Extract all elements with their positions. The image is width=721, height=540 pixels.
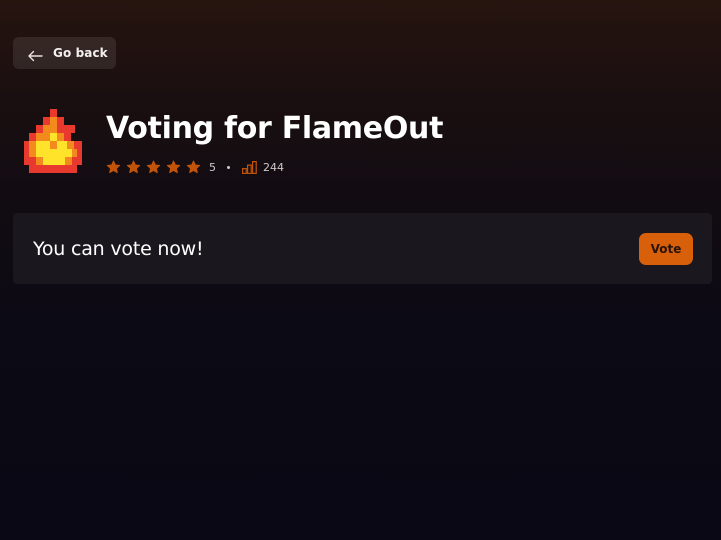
- vote-button[interactable]: Vote: [639, 232, 693, 265]
- vote-panel: You can vote now! Vote: [13, 213, 712, 284]
- go-back-label: Go back: [53, 46, 108, 60]
- votes-count: 244: [263, 160, 284, 174]
- star-icon: [146, 160, 161, 174]
- star-icon: [166, 160, 181, 174]
- star-icon: [126, 160, 141, 174]
- star-icon: [106, 160, 121, 174]
- star-icon: [186, 160, 201, 174]
- bar-chart-icon: [242, 160, 257, 174]
- page-title: Voting for FlameOut: [106, 111, 444, 146]
- rating-value: 5: [209, 160, 216, 174]
- separator-dot: [227, 165, 230, 169]
- game-meta: 5 244: [106, 158, 284, 176]
- go-back-button[interactable]: Go back: [13, 37, 116, 69]
- vote-message: You can vote now!: [33, 237, 204, 260]
- pixel-flame-icon: [24, 109, 82, 173]
- star-rating: [106, 160, 201, 174]
- arrow-left-icon: [27, 47, 43, 62]
